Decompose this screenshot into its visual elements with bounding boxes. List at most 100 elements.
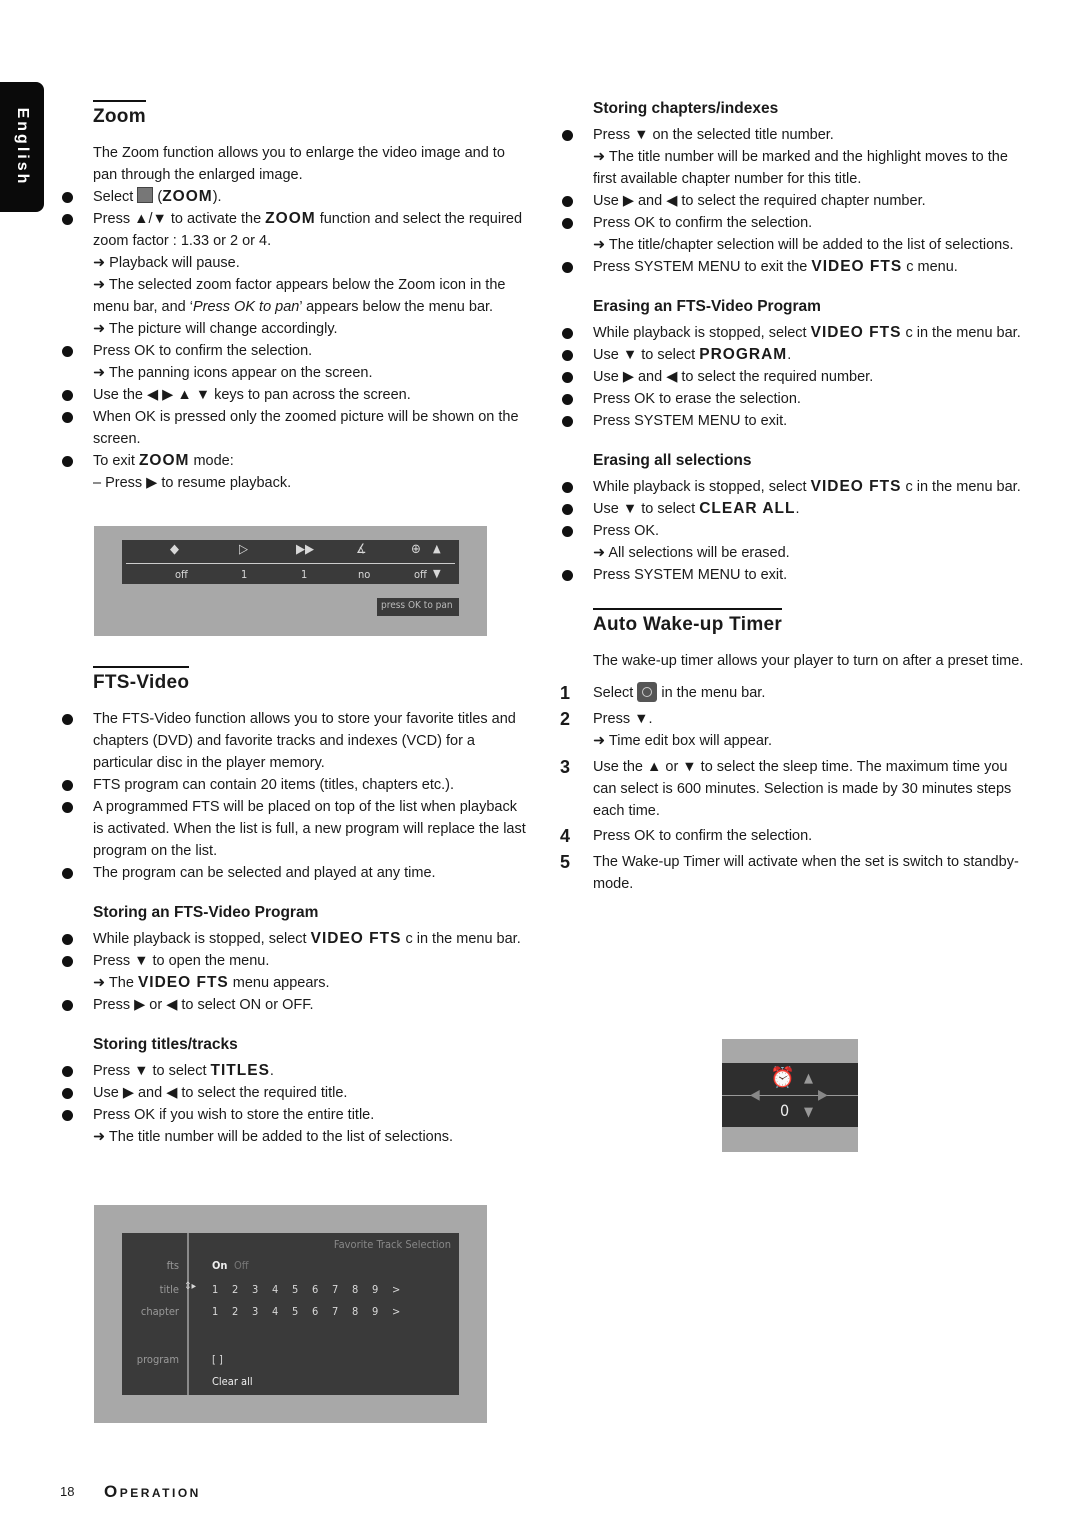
chapters-bullet: Press OK to confirm the selection. [560, 212, 1030, 234]
down-arrow-icon: ▼ [804, 1105, 813, 1120]
wakeup-step: 4 Press OK to confirm the selection. [560, 826, 813, 846]
number-option[interactable]: > [392, 1283, 400, 1296]
erase-all-bullet: Press OK. [560, 520, 1030, 542]
zoom-bullet-exit: To exit ZOOM mode: [60, 450, 530, 472]
row-label-fts: fts [166, 1259, 179, 1272]
left-arrow-icon: ◀ [750, 1087, 760, 1103]
fast-forward-icon: ▶▶ [296, 542, 314, 557]
wakeup-step: 5 The Wake-up Timer will activate when th… [560, 852, 1019, 892]
store-titles-heading: Storing titles/tracks [93, 1036, 238, 1053]
zoom-exit-sub: – Press ▶ to resume playback. [93, 475, 292, 491]
up-arrow-icon: ▲ [804, 1071, 813, 1086]
titles-bullet: Press ▼ to select TITLES. [60, 1060, 530, 1082]
fts-menu-title: Favorite Track Selection [333, 1238, 451, 1251]
fts-osd-screenshot: Favorite Track Selection fts title chapt… [94, 1205, 487, 1423]
store-program-heading: Storing an FTS-Video Program [93, 904, 319, 921]
zoom-arrow-pause: ➜ Playback will pause. [93, 255, 240, 271]
number-option[interactable]: 3 [252, 1305, 258, 1318]
erase-all-bullet: Press SYSTEM MENU to exit. [560, 564, 1030, 586]
osd-value: off [414, 568, 427, 581]
erase-program-bullet: Use ▶ and ◀ to select the required numbe… [560, 366, 1030, 388]
clear-all-option[interactable]: Clear all [212, 1375, 253, 1388]
store-bullet: Press ▶ or ◀ to select ON or OFF. [60, 994, 530, 1016]
fts-bullet: FTS program can contain 20 items (titles… [60, 774, 530, 796]
zoom-icon [137, 187, 154, 203]
section-name: OPERATION [104, 1482, 201, 1501]
fts-on[interactable]: On [212, 1259, 227, 1272]
fts-heading: FTS-Video [93, 666, 190, 694]
wakeup-intro: The wake-up timer allows your player to … [593, 653, 1024, 669]
zoom-menu-icon: ⊕ [411, 542, 421, 557]
row-label-chapter: chapter [140, 1305, 179, 1318]
number-option[interactable]: > [392, 1305, 400, 1318]
timer-value: 0 [780, 1101, 790, 1120]
fts-bullet: The program can be selected and played a… [60, 862, 530, 884]
erase-program-bullet: Press OK to erase the selection. [560, 388, 1030, 410]
erase-program-bullet: Use ▼ to select PROGRAM. [560, 344, 1030, 366]
number-option[interactable]: 8 [352, 1283, 358, 1296]
row-label-program: program [136, 1353, 179, 1366]
zoom-bullet-pan: Use the ◀ ▶ ▲ ▼ keys to pan across the s… [60, 384, 530, 406]
wakeup-step: 3 Use the ▲ or ▼ to select the sleep time… [560, 757, 1012, 819]
erase-program-heading: Erasing an FTS-Video Program [593, 298, 821, 315]
number-option[interactable]: 9 [372, 1305, 378, 1318]
right-column: Storing chapters/indexes Press ▼ on the … [560, 100, 1030, 895]
language-tab-label: English [14, 107, 31, 187]
erase-all-bullet: Use ▼ to select CLEAR ALL. [560, 498, 1030, 520]
number-option[interactable]: 7 [332, 1305, 338, 1318]
number-option[interactable]: 3 [252, 1283, 258, 1296]
wakeup-osd-screenshot: ⏰ ▲ ◀ ▶ 0 ▼ [722, 1039, 858, 1152]
osd-value: off [175, 568, 188, 581]
fts-bullet: A programmed FTS will be placed on top o… [60, 796, 530, 862]
wakeup-arrow: ➜ Time edit box will appear. [593, 733, 772, 749]
right-arrow-icon: ▶ [818, 1087, 828, 1103]
osd-value: 1 [301, 568, 308, 581]
number-option[interactable]: 8 [352, 1305, 358, 1318]
store-bullet: While playback is stopped, select VIDEO … [60, 928, 530, 950]
erase-all-heading: Erasing all selections [593, 452, 752, 469]
zoom-arrow-factor: ➜ The selected zoom factor appears below… [93, 277, 506, 315]
zoom-bullet-select: Select (ZOOM). [60, 186, 530, 208]
number-option[interactable]: 9 [372, 1283, 378, 1296]
number-option[interactable]: 7 [332, 1283, 338, 1296]
erase-all-arrow: ➜ All selections will be erased. [593, 545, 790, 561]
chapters-bullet: Press ▼ on the selected title number. [560, 124, 1030, 146]
chapters-arrow: ➜ The title number will be marked and th… [593, 149, 1008, 187]
zoom-bullet-confirm: Press OK to confirm the selection. [60, 340, 530, 362]
zoom-arrow-picture: ➜ The picture will change accordingly. [93, 321, 338, 337]
row-label-title: title [159, 1283, 179, 1296]
erase-program-bullet: While playback is stopped, select VIDEO … [560, 322, 1030, 344]
titles-bullet: Press OK if you wish to store the entire… [60, 1104, 530, 1126]
number-option[interactable]: 5 [292, 1305, 298, 1318]
number-option[interactable]: 1 [212, 1283, 218, 1296]
zoom-menu-bar: ◆ ▷ ▶▶ ∡ ⊕ ▲ ▼ off 1 1 no off [122, 540, 459, 584]
number-option[interactable]: 6 [312, 1283, 318, 1296]
number-option[interactable]: 4 [272, 1305, 278, 1318]
zoom-bullet-ok: When OK is pressed only the zoomed pictu… [60, 406, 530, 450]
number-option[interactable]: 2 [232, 1283, 238, 1296]
page-number: 18 [60, 1484, 75, 1499]
program-value: [ ] [212, 1353, 223, 1366]
number-option[interactable]: 6 [312, 1305, 318, 1318]
osd-value: no [358, 568, 371, 581]
chapters-heading: Storing chapters/indexes [593, 100, 779, 117]
language-tab: English [0, 82, 44, 212]
wakeup-heading: Auto Wake-up Timer [593, 608, 783, 636]
fts-off[interactable]: Off [234, 1259, 249, 1272]
number-option[interactable]: 1 [212, 1305, 218, 1318]
fts-menu-panel: Favorite Track Selection fts title chapt… [122, 1233, 459, 1395]
store-bullet: Press ▼ to open the menu. [60, 950, 530, 972]
number-option[interactable]: 5 [292, 1283, 298, 1296]
chapters-arrow: ➜ The title/chapter selection will be ad… [593, 237, 1014, 253]
fts-bullet: The FTS-Video function allows you to sto… [60, 708, 530, 774]
angle-icon: ∡ [356, 542, 367, 557]
timer-icon [637, 682, 658, 702]
audio-icon: ◆ [170, 542, 179, 557]
down-arrow-icon: ▼ [433, 567, 441, 580]
number-option[interactable]: 4 [272, 1283, 278, 1296]
subtitle-icon: ▷ [239, 542, 248, 557]
left-column: Zoom The Zoom function allows you to enl… [60, 100, 530, 494]
zoom-osd-screenshot: ◆ ▷ ▶▶ ∡ ⊕ ▲ ▼ off 1 1 no off press OK t… [94, 526, 487, 636]
number-option[interactable]: 2 [232, 1305, 238, 1318]
wakeup-menu-bar: ⏰ ▲ ◀ ▶ 0 ▼ [722, 1063, 858, 1127]
